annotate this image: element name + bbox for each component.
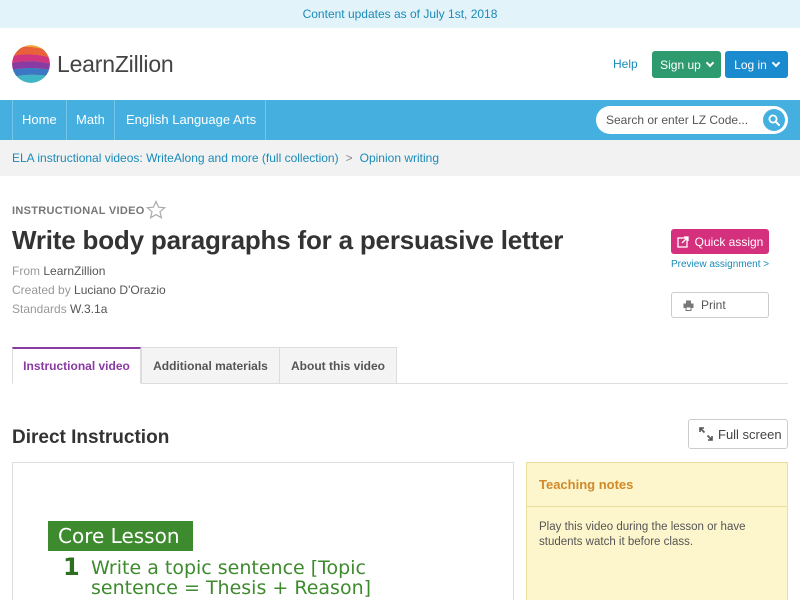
log-in-button[interactable]: Log in [725, 51, 788, 78]
breadcrumb: ELA instructional videos: WriteAlong and… [0, 140, 800, 176]
help-link[interactable]: Help [613, 57, 638, 71]
section-title: Direct Instruction [12, 427, 170, 448]
tab-instructional-video[interactable]: Instructional video [12, 347, 141, 384]
banner-text: Content updates as of July 1st, 2018 [302, 7, 498, 21]
meta-from: From LearnZillion [12, 264, 105, 278]
search-button[interactable] [763, 109, 785, 131]
meta-created-label: Created by [12, 283, 71, 297]
logo-text: LearnZillion [57, 50, 174, 77]
assign-icon [676, 235, 689, 248]
tab-about-this-video[interactable]: About this video [279, 347, 397, 384]
tab-label: Instructional video [23, 359, 130, 373]
core-lesson-tag: Core Lesson [48, 521, 193, 551]
content-update-banner: Content updates as of July 1st, 2018 [0, 0, 800, 28]
preview-assignment-link[interactable]: Preview assignment > [671, 259, 769, 270]
meta-created-value: Luciano D'Orazio [74, 283, 166, 297]
video-text-line-1: Write a topic sentence [Topic [91, 557, 366, 579]
logo[interactable]: LearnZillion [12, 45, 174, 83]
step-number: 1 [63, 553, 80, 581]
search-box [596, 106, 788, 134]
meta-standards-value[interactable]: W.3.1a [70, 302, 107, 316]
teaching-notes-body: Play this video during the lesson or hav… [539, 521, 746, 548]
teaching-notes-panel: Teaching notes Play this video during th… [526, 462, 788, 600]
page-title: Write body paragraphs for a persuasive l… [12, 225, 564, 255]
nav-item-home[interactable]: Home [12, 100, 67, 140]
quick-assign-label: Quick assign [694, 234, 764, 249]
meta-from-label: From [12, 264, 40, 278]
meta-created-by: Created by Luciano D'Orazio [12, 283, 166, 297]
breadcrumb-current-link[interactable]: Opinion writing [360, 151, 439, 165]
tab-additional-materials[interactable]: Additional materials [141, 347, 280, 384]
meta-standards: Standards W.3.1a [12, 302, 107, 316]
video-text-line-2: sentence = Thesis + Reason] [91, 577, 372, 599]
full-screen-button[interactable]: Full screen [688, 419, 788, 449]
breadcrumb-separator: > [345, 151, 353, 165]
logo-icon [12, 45, 50, 83]
print-icon [683, 300, 694, 311]
top-bar: LearnZillion Help Sign up Log in [0, 28, 800, 100]
log-in-label: Log in [734, 57, 767, 72]
print-label: Print [701, 298, 726, 312]
print-button[interactable]: Print [671, 292, 769, 318]
full-screen-label: Full screen [718, 426, 782, 442]
chevron-down-icon [771, 58, 781, 67]
tab-label: About this video [291, 359, 385, 373]
meta-from-value: LearnZillion [43, 264, 106, 278]
teaching-notes-title: Teaching notes [527, 463, 787, 507]
expand-icon [699, 427, 713, 441]
tab-label: Additional materials [153, 359, 268, 373]
search-icon [768, 114, 780, 126]
quick-assign-button[interactable]: Quick assign [671, 229, 769, 254]
nav-item-ela[interactable]: English Language Arts [117, 100, 267, 140]
meta-standards-label: Standards [12, 302, 67, 316]
sign-up-button[interactable]: Sign up [652, 51, 721, 78]
video-player[interactable]: Core Lesson 1 Write a topic sentence [To… [12, 462, 514, 600]
nav-item-math[interactable]: Math [67, 100, 115, 140]
breadcrumb-parent-link[interactable]: ELA instructional videos: WriteAlong and… [12, 151, 339, 165]
search-input[interactable] [606, 110, 756, 130]
content-type-label: INSTRUCTIONAL VIDEO [12, 205, 145, 217]
sign-up-label: Sign up [660, 57, 701, 72]
chevron-down-icon [705, 58, 715, 67]
favorite-star-icon[interactable] [146, 200, 166, 220]
